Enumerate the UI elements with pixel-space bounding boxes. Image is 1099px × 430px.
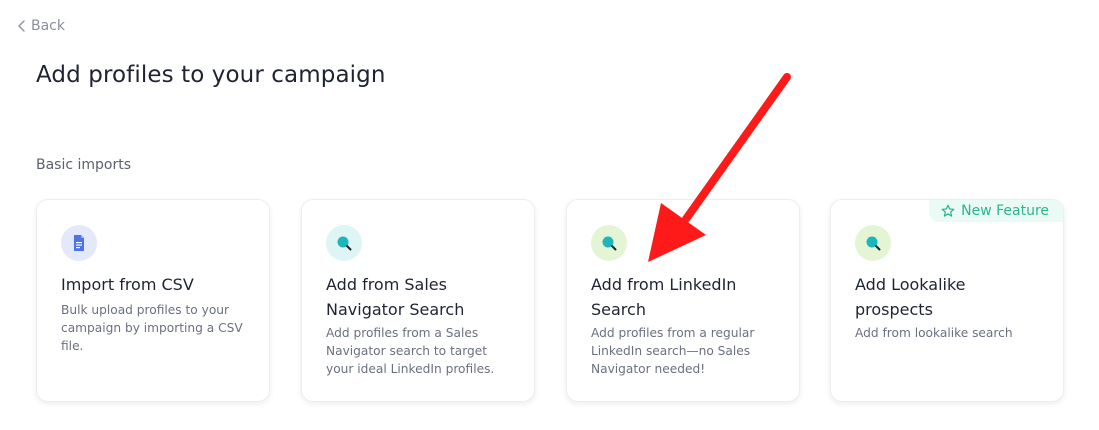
card-title: Add Lookalike prospects bbox=[855, 275, 966, 319]
card-description: Add profiles from a Sales Navigator sear… bbox=[326, 326, 495, 376]
badge-label: New Feature bbox=[961, 203, 1049, 219]
sales-navigator-card[interactable]: Add from Sales Navigator Search Add prof… bbox=[301, 199, 535, 402]
back-label: Back bbox=[31, 18, 65, 34]
section-label: Basic imports bbox=[36, 157, 132, 173]
lookalike-card[interactable]: New Feature Add Lookalike prospects Add … bbox=[830, 199, 1064, 402]
card-title: Import from CSV bbox=[61, 275, 194, 294]
card-title: Add from LinkedIn Search bbox=[591, 275, 737, 319]
star-icon bbox=[941, 204, 955, 217]
card-title: Add from Sales Navigator Search bbox=[326, 275, 465, 319]
card-description: Bulk upload profiles to your campaign by… bbox=[61, 303, 243, 353]
search-icon bbox=[326, 225, 362, 261]
card-description: Add profiles from a regular LinkedIn sea… bbox=[591, 326, 755, 376]
page-title: Add profiles to your campaign bbox=[36, 62, 386, 88]
search-icon bbox=[855, 225, 891, 261]
card-description: Add from lookalike search bbox=[855, 326, 1013, 340]
chevron-left-icon bbox=[18, 20, 25, 32]
back-link[interactable]: Back bbox=[17, 18, 65, 34]
linkedin-search-card[interactable]: Add from LinkedIn Search Add profiles fr… bbox=[566, 199, 800, 402]
search-icon bbox=[591, 225, 627, 261]
import-csv-card[interactable]: Import from CSV Bulk upload profiles to … bbox=[36, 199, 270, 402]
document-icon bbox=[61, 225, 97, 261]
new-feature-badge: New Feature bbox=[929, 200, 1063, 222]
